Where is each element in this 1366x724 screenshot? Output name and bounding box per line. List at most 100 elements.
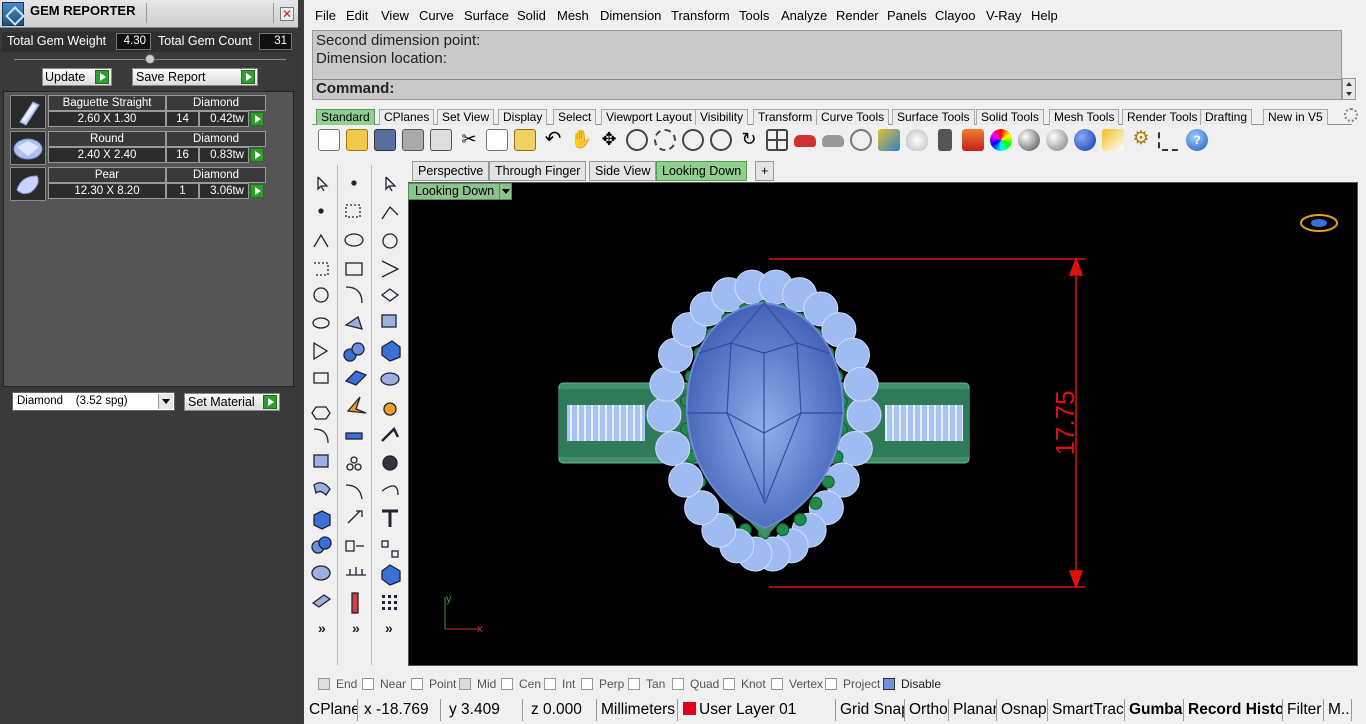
tab-mesh-tools[interactable]: Mesh Tools (1049, 109, 1120, 125)
tab-viewport-layout[interactable]: Viewport Layout (601, 109, 697, 125)
status-grid-snap[interactable]: Grid Snap (837, 699, 905, 721)
tab-render-tools[interactable]: Render Tools (1122, 109, 1203, 125)
checkbox-icon[interactable] (581, 678, 593, 690)
gem-item-baguette[interactable]: Baguette Straight Diamond 2.60 X 1.30 14… (10, 95, 272, 129)
tab-set-view[interactable]: Set View (437, 109, 495, 125)
tab-solid-tools[interactable]: Solid Tools (976, 109, 1044, 125)
checkbox-icon[interactable] (672, 678, 684, 690)
status-smarttrack[interactable]: SmartTrack (1049, 699, 1125, 721)
menu-vray[interactable]: V-Ray (986, 8, 1021, 23)
zoom-window-icon[interactable] (654, 129, 676, 151)
tab-surface-tools[interactable]: Surface Tools (892, 109, 975, 125)
car-icon[interactable] (794, 135, 816, 147)
four-viewports-icon[interactable] (766, 129, 788, 151)
tab-visibility[interactable]: Visibility (695, 109, 749, 125)
menu-mesh[interactable]: Mesh (557, 8, 589, 23)
osnap-project[interactable]: Project (825, 677, 880, 691)
osnap-quad[interactable]: Quad (672, 677, 719, 691)
undo-icon[interactable]: ↶ (542, 129, 564, 151)
checkbox-icon[interactable] (628, 678, 640, 690)
rotate-view-icon[interactable]: ↻ (738, 129, 760, 151)
shaded-sphere-icon[interactable] (1018, 129, 1040, 151)
close-icon[interactable]: ✕ (280, 7, 294, 21)
play-icon[interactable] (250, 184, 264, 198)
gem-reporter-titlebar[interactable]: GEM REPORTER ✕ (0, 0, 298, 28)
osnap-end[interactable]: End (318, 677, 357, 691)
tab-cplanes[interactable]: CPlanes (379, 109, 435, 125)
settings-gears-icon[interactable]: ⚙ (1130, 129, 1152, 151)
add-viewport-tab-button[interactable]: + (755, 161, 775, 181)
slider-thumb[interactable] (145, 54, 155, 64)
new-file-icon[interactable] (318, 129, 340, 151)
save-icon[interactable] (374, 129, 396, 151)
menu-transform[interactable]: Transform (671, 8, 730, 23)
menu-tools[interactable]: Tools (739, 8, 769, 23)
status-cplane[interactable]: CPlane (306, 699, 358, 721)
checkbox-icon[interactable] (318, 678, 330, 690)
status-ortho[interactable]: Ortho (906, 699, 949, 721)
more-tools-icon[interactable]: » (352, 620, 360, 636)
status-gumball[interactable]: Gumball (1126, 699, 1184, 721)
move-icon[interactable]: ✥ (598, 129, 620, 151)
tab-new-in-v5[interactable]: New in V5 (1263, 109, 1328, 125)
update-button[interactable]: Update (42, 68, 112, 86)
menu-surface[interactable]: Surface (464, 8, 509, 23)
osnap-mid[interactable]: Mid (459, 677, 496, 691)
command-prompt[interactable]: Command: (313, 79, 1341, 100)
osnap-vertex[interactable]: Vertex (771, 677, 823, 691)
zoom-selected-icon[interactable] (710, 129, 732, 151)
status-filter[interactable]: Filter (1284, 699, 1324, 721)
tab-looking-down[interactable]: Looking Down (656, 161, 748, 181)
menu-analyze[interactable]: Analyze (781, 8, 827, 23)
menu-solid[interactable]: Solid (517, 8, 546, 23)
paste-icon[interactable] (514, 129, 536, 151)
status-planar[interactable]: Planar (950, 699, 997, 721)
more-tools-icon[interactable]: » (318, 620, 326, 636)
osnap-near[interactable]: Near (362, 677, 406, 691)
render-icon[interactable] (1074, 129, 1096, 151)
command-scrollbar[interactable] (1342, 78, 1356, 100)
osnap-disable[interactable]: Disable (883, 677, 941, 691)
dimension-icon[interactable] (1158, 129, 1180, 151)
titlebar-grip[interactable] (146, 3, 274, 23)
menu-help[interactable]: Help (1031, 8, 1058, 23)
tab-perspective[interactable]: Perspective (412, 161, 490, 181)
copy-icon[interactable] (486, 129, 508, 151)
side-toolbar-icons[interactable] (310, 165, 406, 635)
status-osnap[interactable]: Osnap (998, 699, 1048, 721)
help-icon[interactable]: ? (1186, 129, 1208, 151)
checkbox-icon[interactable] (771, 678, 783, 690)
tab-drafting[interactable]: Drafting (1200, 109, 1253, 125)
tab-select[interactable]: Select (553, 109, 597, 125)
gem-item-round[interactable]: Round Diamond 2.40 X 2.40 16 0.83tw (10, 131, 272, 165)
tab-standard[interactable]: Standard (316, 109, 375, 125)
menu-edit[interactable]: Edit (346, 8, 368, 23)
tab-curve-tools[interactable]: Curve Tools (816, 109, 890, 125)
menu-view[interactable]: View (381, 8, 409, 23)
play-icon[interactable] (250, 112, 264, 126)
gem-item-pear[interactable]: Pear Diamond 12.30 X 8.20 1 3.06tw (10, 167, 272, 201)
osnap-int[interactable]: Int (544, 677, 575, 691)
osnap-cen[interactable]: Cen (501, 677, 541, 691)
checkbox-icon[interactable] (723, 678, 735, 690)
car-gray-icon[interactable] (822, 135, 844, 147)
save-report-button[interactable]: Save Report (132, 68, 258, 86)
checkbox-icon[interactable] (883, 678, 895, 690)
menu-render[interactable]: Render (836, 8, 879, 23)
rendered-sphere-icon[interactable] (1046, 129, 1068, 151)
pan-hand-icon[interactable]: ✋ (570, 129, 592, 151)
status-units[interactable]: Millimeters (598, 699, 678, 721)
zoom-extents-icon[interactable] (682, 129, 704, 151)
checkbox-icon[interactable] (501, 678, 513, 690)
checkbox-icon[interactable] (459, 678, 471, 690)
light-bulb-icon[interactable] (906, 129, 928, 151)
checkbox-icon[interactable] (825, 678, 837, 690)
osnap-tan[interactable]: Tan (628, 677, 665, 691)
checkbox-icon[interactable] (362, 678, 374, 690)
checkbox-icon[interactable] (411, 678, 423, 690)
zoom-icon[interactable] (626, 129, 648, 151)
more-tools-icon[interactable]: » (385, 620, 393, 636)
menu-panels[interactable]: Panels (887, 8, 927, 23)
tab-display[interactable]: Display (498, 109, 548, 125)
import-icon[interactable] (430, 129, 452, 151)
